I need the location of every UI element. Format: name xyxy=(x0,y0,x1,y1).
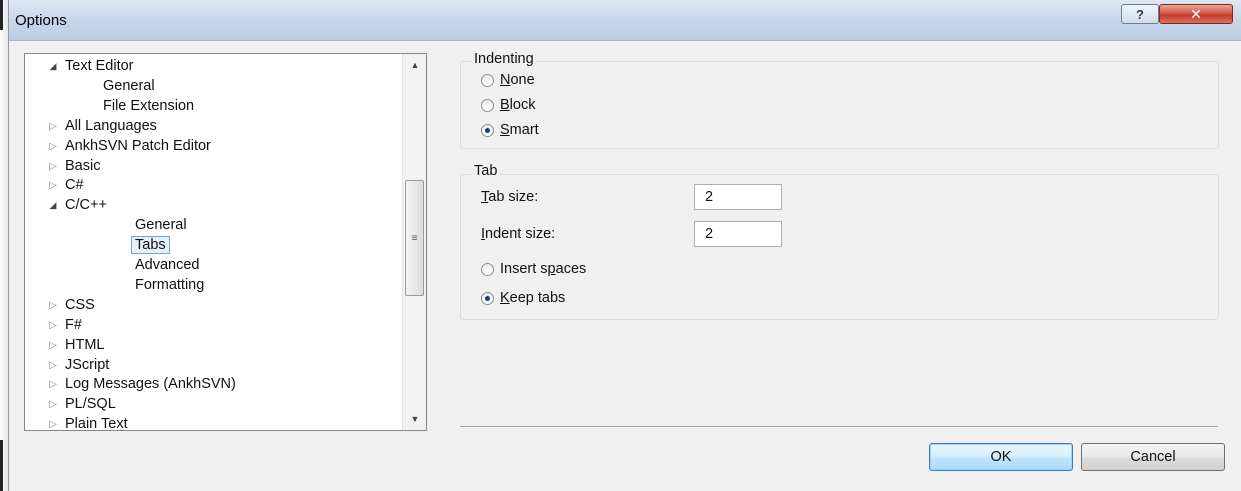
tree-item[interactable]: File Extension xyxy=(103,96,194,116)
tree-item[interactable]: ▷ All Languages xyxy=(47,116,157,136)
collapsed-arrow-icon[interactable]: ▷ xyxy=(47,356,59,376)
tree-item-label: Basic xyxy=(65,157,101,174)
keep-tabs-label: Keep tabs xyxy=(500,290,566,306)
tree-item-label: Log Messages (AnkhSVN) xyxy=(65,376,236,393)
tree-item[interactable]: ▷ AnkhSVN Patch Editor xyxy=(47,136,211,156)
cancel-button[interactable]: Cancel xyxy=(1081,443,1225,471)
indent-none-radio[interactable]: None xyxy=(481,70,535,90)
tree-item-label: F# xyxy=(65,316,82,333)
tree-item[interactable]: ▷ HTML xyxy=(47,335,104,355)
collapsed-arrow-icon[interactable]: ▷ xyxy=(47,316,59,336)
collapsed-arrow-icon[interactable]: ▷ xyxy=(47,157,59,177)
edge-mark xyxy=(0,440,3,491)
tree-item[interactable]: ▷ Basic xyxy=(47,156,100,176)
tree-item-label: Plain Text xyxy=(65,416,128,431)
indent-smart-radio[interactable]: Smart xyxy=(481,120,539,140)
tree-item-label: Text Editor xyxy=(65,58,134,74)
tree-item[interactable]: ◢ Text Editor xyxy=(47,56,134,76)
tab-size-label: Tab size: xyxy=(481,189,539,205)
indenting-group-title: Indenting xyxy=(471,51,537,67)
radio-icon xyxy=(481,262,494,276)
tree-item[interactable]: ▷ PL/SQL xyxy=(47,394,116,414)
tree-item-label: File Extension xyxy=(103,97,195,114)
tree-item[interactable]: ▷ Log Messages (AnkhSVN) xyxy=(47,374,236,394)
tree-item-label: JScript xyxy=(65,356,110,373)
keep-tabs-radio[interactable]: Keep tabs xyxy=(481,288,565,308)
radio-selected-icon xyxy=(481,123,494,137)
window-title: Options xyxy=(15,12,67,29)
radio-selected-icon xyxy=(481,291,494,305)
insert-spaces-label: Insert spaces xyxy=(500,261,587,277)
indent-smart-label: Smart xyxy=(500,122,539,138)
tree-item-label: C# xyxy=(65,177,84,194)
tree-item[interactable]: ◢ C/C++ xyxy=(47,195,107,215)
help-icon: ? xyxy=(1136,6,1144,22)
collapsed-arrow-icon[interactable]: ▷ xyxy=(47,375,59,395)
expanded-arrow-icon[interactable]: ◢ xyxy=(47,56,59,76)
tree-item-label: General xyxy=(135,217,187,234)
tree-item-label: CSS xyxy=(65,296,95,313)
collapsed-arrow-icon[interactable]: ▷ xyxy=(47,176,59,196)
tree-item[interactable]: Formatting xyxy=(135,275,204,295)
insert-spaces-radio[interactable]: Insert spaces xyxy=(481,259,586,279)
collapsed-arrow-icon[interactable]: ▷ xyxy=(47,336,59,356)
tree-item-label: General xyxy=(103,77,155,94)
tree-item[interactable]: Advanced xyxy=(135,255,200,275)
close-icon: ✕ xyxy=(1190,5,1202,22)
radio-icon xyxy=(481,98,494,112)
collapsed-arrow-icon[interactable]: ▷ xyxy=(47,395,59,415)
options-tree[interactable]: ◢ Text Editor General File Extension ▷ All La… xyxy=(24,53,427,431)
tree-item[interactable]: Tabs xyxy=(131,235,170,255)
tree-item-label: AnkhSVN Patch Editor xyxy=(65,137,211,154)
tree-item-label: Advanced xyxy=(135,257,200,273)
collapsed-arrow-icon[interactable]: ▷ xyxy=(47,296,59,316)
tab-group xyxy=(460,174,1219,320)
tree-item[interactable]: ▷ Plain Text xyxy=(47,414,128,431)
tab-group-title: Tab xyxy=(471,163,501,179)
scroll-up-icon[interactable]: ▲ xyxy=(403,56,426,74)
tree-item-label: HTML xyxy=(65,336,105,353)
indent-size-label: Indent size: xyxy=(481,226,556,242)
help-button[interactable]: ? xyxy=(1121,4,1159,24)
indent-none-label: None xyxy=(500,72,535,88)
tree-item[interactable]: ▷ CSS xyxy=(47,295,95,315)
tree-item-label: C/C++ xyxy=(65,197,107,214)
tree-item-label: Tabs xyxy=(131,236,170,255)
tree-scrollbar[interactable]: ▲ ≡ ▼ xyxy=(402,54,426,430)
tab-size-input[interactable]: 2 xyxy=(694,184,782,210)
background-edge xyxy=(0,0,8,491)
tree-item[interactable]: General xyxy=(135,215,187,235)
expanded-arrow-icon[interactable]: ◢ xyxy=(47,195,59,215)
scrollbar-thumb[interactable]: ≡ xyxy=(405,180,424,296)
scroll-down-icon[interactable]: ▼ xyxy=(403,410,426,428)
close-button[interactable]: ✕ xyxy=(1159,4,1233,24)
ok-button[interactable]: OK xyxy=(929,443,1073,471)
tree-item-label: Formatting xyxy=(135,276,205,293)
tree-item-label: All Languages xyxy=(65,117,157,134)
collapsed-arrow-icon[interactable]: ▷ xyxy=(47,137,59,157)
collapsed-arrow-icon[interactable]: ▷ xyxy=(47,415,59,430)
indenting-group xyxy=(460,61,1219,149)
tree-item[interactable]: ▷ C# xyxy=(47,175,84,196)
collapsed-arrow-icon[interactable]: ▷ xyxy=(47,117,59,137)
edge-mark xyxy=(0,0,3,30)
indent-block-label: Block xyxy=(500,97,536,113)
indent-size-input[interactable]: 2 xyxy=(694,221,782,247)
separator xyxy=(460,426,1218,428)
tree-item[interactable]: ▷ F# xyxy=(47,315,82,335)
radio-icon xyxy=(481,73,494,87)
tree-item-label: PL/SQL xyxy=(65,396,116,413)
tree-item[interactable]: General xyxy=(103,76,155,96)
indent-block-radio[interactable]: Block xyxy=(481,95,535,115)
tree-item[interactable]: ▷ JScript xyxy=(47,355,109,375)
title-bar[interactable]: Options ? ✕ xyxy=(9,0,1241,41)
